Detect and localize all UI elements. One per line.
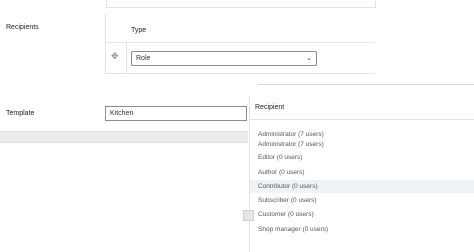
panel-divider bbox=[258, 84, 474, 85]
recipient-option[interactable]: Editor (0 users) bbox=[250, 151, 474, 164]
recipient-option[interactable]: Subscriber (0 users) bbox=[250, 194, 474, 207]
type-select-value: Role bbox=[136, 55, 151, 62]
recipient-dropdown-header: Recipient bbox=[250, 97, 474, 120]
type-select[interactable]: Role ⌄ bbox=[131, 51, 317, 66]
recipient-option[interactable]: Customer (0 users) bbox=[250, 208, 474, 221]
recipient-header-label: Recipient bbox=[255, 104, 285, 111]
recipient-option[interactable]: Contributor (0 users) bbox=[250, 180, 474, 193]
template-input[interactable]: Kitchen bbox=[105, 106, 247, 121]
previous-section-box bbox=[106, 0, 376, 8]
recipients-label: Recipients bbox=[6, 24, 39, 31]
recipient-dropdown: Recipient Administrator (7 users) Admini… bbox=[249, 97, 474, 252]
row-drag-handle[interactable]: ✥ bbox=[106, 42, 127, 73]
move-icon: ✥ bbox=[111, 51, 119, 61]
recipient-option[interactable]: Administrator (7 users) bbox=[250, 138, 474, 151]
small-action-button[interactable] bbox=[243, 210, 254, 221]
type-column-header: Type bbox=[106, 16, 374, 43]
footer-bar bbox=[0, 131, 248, 143]
recipient-option[interactable]: Author (0 users) bbox=[250, 166, 474, 179]
recipient-option[interactable]: Shop manager (0 users) bbox=[250, 223, 474, 236]
template-label: Template bbox=[6, 110, 35, 117]
template-input-value: Kitchen bbox=[110, 110, 134, 117]
row-divider bbox=[106, 73, 374, 74]
chevron-down-icon: ⌄ bbox=[306, 55, 312, 62]
type-header-label: Type bbox=[131, 27, 147, 34]
